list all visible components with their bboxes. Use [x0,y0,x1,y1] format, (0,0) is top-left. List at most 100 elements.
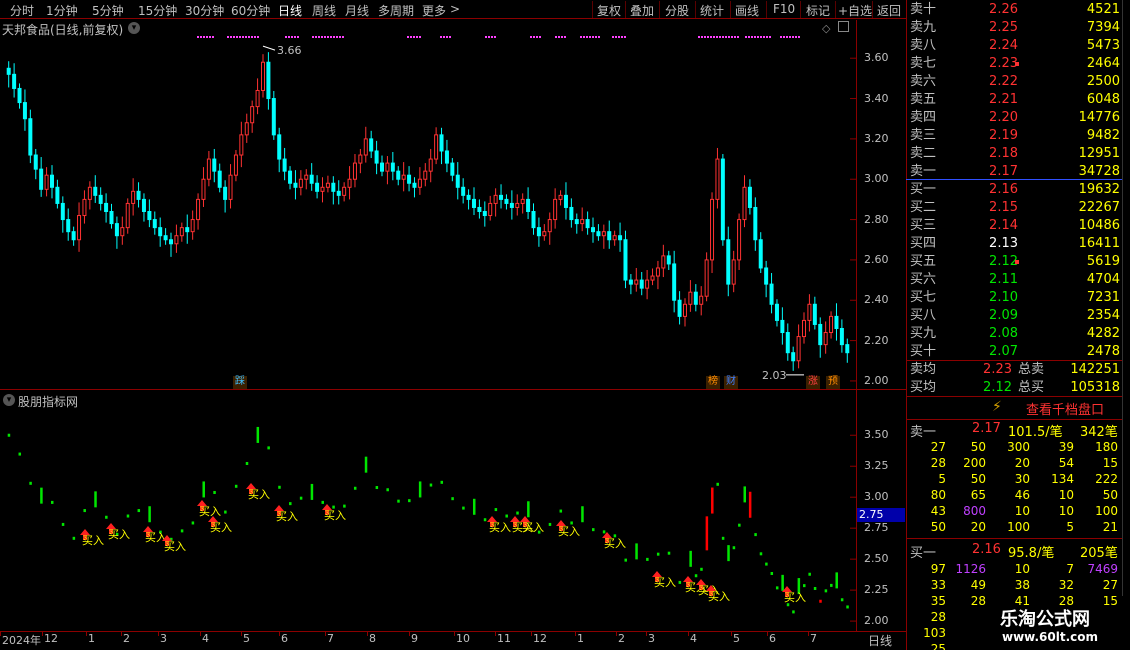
date-axis-label: 9 [411,632,418,645]
share-structure-button[interactable]: 分股 [665,2,689,19]
indicator-bar [418,481,422,498]
queue-cell: 33 [930,578,946,592]
indicator-bar [213,490,216,494]
signal-dot [612,36,614,38]
signal-dot [615,36,617,38]
candle [104,193,109,223]
ask-label: 卖七 [910,56,937,71]
statistics-button[interactable]: 统计 [700,2,724,19]
f10-button[interactable]: F10 [773,2,795,16]
indicator-bar [792,610,795,614]
signal-dot [748,36,750,38]
expand-icon[interactable] [838,21,849,32]
date-axis-label: 8 [369,632,376,645]
period-tab-weekly[interactable]: 周线 [312,2,336,19]
candle [315,175,320,199]
indicator-bar [646,557,649,561]
signal-dot [257,36,259,38]
date-tick [454,631,455,636]
period-tab-more[interactable]: 更多 [422,2,446,19]
signal-dot [798,36,800,38]
candle [580,207,585,232]
period-tab-5min[interactable]: 5分钟 [92,2,124,19]
back-button[interactable]: 返回 [877,2,901,19]
signal-dot [589,36,591,38]
buy-signal: 买入 [208,516,232,534]
ask-volume: 12951 [1078,146,1120,161]
queue-cell: 21 [1102,520,1118,534]
queue-cell: 100 [1007,520,1030,534]
mark-button[interactable]: 标记 [806,2,830,19]
signal-dot [416,36,418,38]
candle [785,323,790,361]
signal-dot [491,36,493,38]
signal-dot [494,36,496,38]
indicator-bar [462,506,465,510]
period-indicator[interactable]: 日线 [868,632,892,649]
date-tick [495,631,496,636]
candle [369,130,374,159]
buy-signal-label: 买入 [276,510,298,523]
buy-signal-label: 买入 [164,540,186,553]
queue-cell: 10 [1058,488,1074,502]
queue-cell: 300 [1007,440,1030,454]
signal-dot [760,36,762,38]
candle [288,166,293,190]
adjust-button[interactable]: 复权 [597,2,621,19]
price-tick-label: 2.20 [864,333,889,347]
candle [87,181,92,210]
candle [834,303,839,341]
chevron-down-icon[interactable]: ▾ [128,22,140,34]
signal-dot [297,36,299,38]
candlestick-chart[interactable]: 3.66 2.03 [0,34,856,389]
signal-dot [583,36,585,38]
date-axis-label: 6 [769,632,776,645]
signal-dot [734,36,736,38]
indicator-bar [559,509,563,513]
queue-cell: 27 [930,440,946,454]
price-tick-label: 2.80 [864,212,889,226]
candle [688,280,693,312]
candle [585,211,590,235]
indicator-bar [781,574,784,591]
period-tab-1min[interactable]: 1分钟 [46,2,78,19]
period-tab-30min[interactable]: 30分钟 [185,2,224,19]
add-watchlist-button[interactable]: +自选 [838,2,872,19]
indicator-bar [516,511,519,515]
overlay-button[interactable]: 叠加 [630,2,654,19]
candles [6,52,850,371]
sell-queue-label: 卖一 [910,425,937,440]
period-tab-daily[interactable]: 日线 [278,2,302,19]
indicator-bar [408,499,411,503]
signal-dot [288,36,290,38]
queue-cell: 15 [1102,594,1118,608]
draw-line-button[interactable]: 画线 [735,2,759,19]
queue-cell: 5 [1066,520,1074,534]
ask-label: 卖六 [910,74,937,89]
period-tab-multi[interactable]: 多周期 [378,2,414,19]
signal-dot [722,36,724,38]
queue-cell: 10 [1014,504,1030,518]
period-tab-minute-chart[interactable]: 分时 [10,2,34,19]
indicator-tick-label: 3.50 [864,428,889,442]
chevron-down-icon[interactable]: ▾ [3,394,15,406]
indicator-chart[interactable]: 买入买入买入买入买入买入买入买入买入买入买入买入买入买入买入买入买入买入买入 [0,408,856,631]
buy-signal: 买入 [652,571,676,589]
queue-cell: 80 [930,488,946,502]
ask-row: 卖八 2.24 5473 [908,37,1122,55]
period-tab-monthly[interactable]: 月线 [345,2,369,19]
chevron-right-icon[interactable]: > [450,2,460,16]
period-tab-60min[interactable]: 60分钟 [231,2,270,19]
period-tab-15min[interactable]: 15分钟 [138,2,177,19]
ask-row: 卖一 2.17 34728 [908,163,1122,181]
view-depth-button[interactable]: 查看千档盘口 [1026,399,1104,418]
queue-cell: 800 [963,504,986,518]
candle [49,165,54,199]
ask-label: 卖四 [910,110,937,125]
candle [542,224,547,241]
signal-dot [342,36,344,38]
candle [66,208,71,241]
bid-price: 2.09 [989,308,1018,323]
date-axis-label: 3 [160,632,167,645]
date-axis-label: 4 [690,632,697,645]
